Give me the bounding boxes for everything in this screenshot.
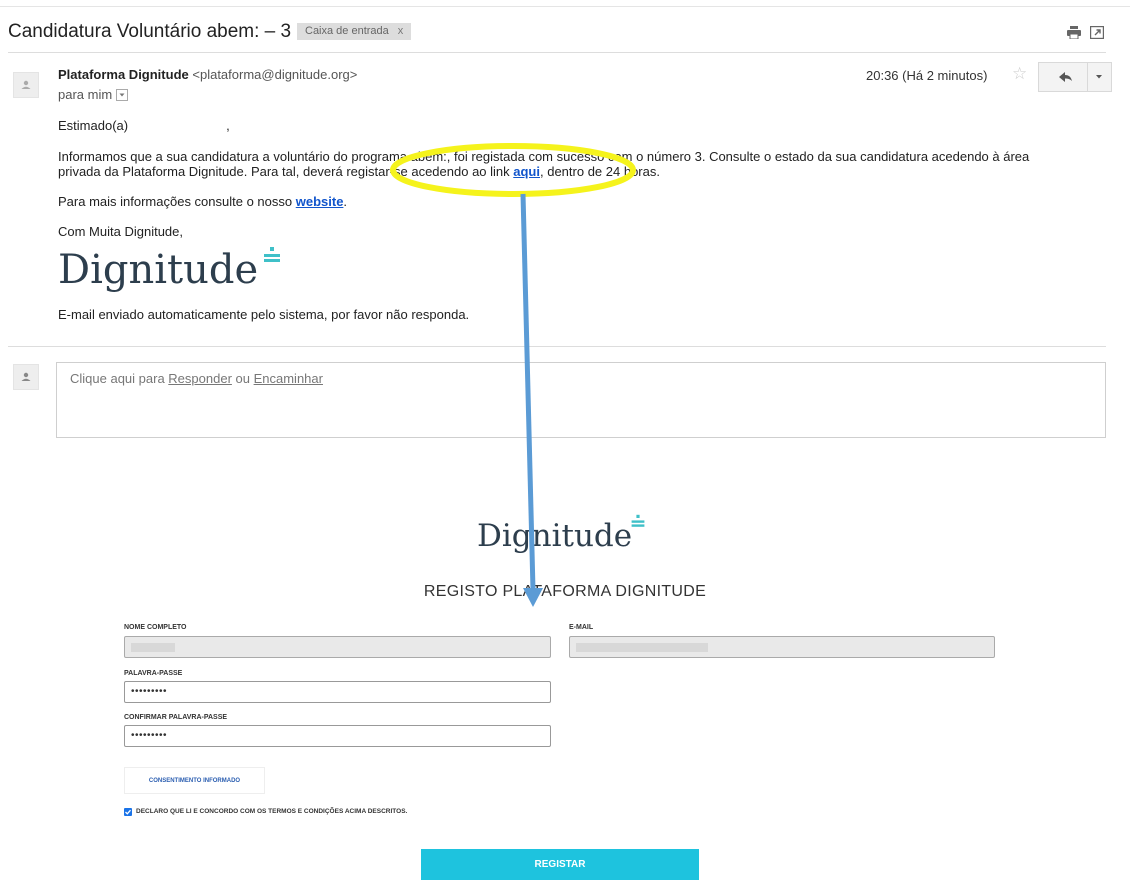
caret-down-icon: [119, 93, 125, 97]
password-input[interactable]: •••••••••: [124, 681, 551, 703]
body-line-1: Informamos que a sua candidatura a volun…: [58, 149, 1030, 164]
more-actions-button[interactable]: [1088, 62, 1112, 92]
email-subject: Candidatura Voluntário abem: – 3: [8, 21, 292, 42]
full-name-label: NOME COMPLETO: [124, 624, 187, 631]
message-divider: [8, 346, 1106, 347]
dignitude-logo-email: Dignitude: [58, 246, 258, 294]
greeting: Estimado(a),: [58, 118, 230, 133]
redacted-email: [576, 643, 708, 652]
recipient-line: para mim: [58, 87, 129, 102]
caret-down-icon: [1096, 75, 1102, 79]
inbox-label-text: Caixa de entrada: [305, 25, 389, 37]
password-label: PALAVRA-PASSE: [124, 670, 183, 677]
register-link[interactable]: aqui: [513, 164, 540, 179]
header-divider: [8, 52, 1106, 53]
sender-name[interactable]: Plataforma Dignitude: [58, 67, 189, 82]
auto-note: E-mail enviado automaticamente pelo sist…: [58, 307, 470, 322]
reply-link[interactable]: Responder: [168, 371, 232, 386]
full-name-input[interactable]: [124, 636, 551, 658]
dignitude-logo-form: Dignitude: [477, 516, 632, 556]
star-icon[interactable]: ☆: [1012, 64, 1027, 84]
info-line: Para mais informações consulte o nosso w…: [58, 194, 347, 209]
new-window-icon[interactable]: [1090, 26, 1104, 39]
reply-prompt-start: Clique aqui para: [70, 371, 169, 386]
dignitude-logo-text: Dignitude: [477, 518, 633, 554]
remove-label-icon[interactable]: x: [398, 25, 404, 37]
forward-link[interactable]: Encaminhar: [254, 371, 323, 386]
checkmark-icon: [125, 809, 131, 815]
register-submit-button[interactable]: REGISTAR: [421, 849, 699, 880]
greeting-comma: ,: [226, 118, 230, 133]
info-line-end: .: [343, 194, 348, 209]
signoff: Com Muita Dignitude,: [58, 224, 183, 239]
terms-checkbox[interactable]: [124, 808, 132, 816]
reply-prompt-or: ou: [231, 371, 254, 386]
divide-logo-mark-icon: [264, 247, 280, 262]
website-link[interactable]: website: [296, 194, 344, 209]
redacted-name: [131, 643, 175, 652]
body-line-2-start: privada da Plataforma Dignitude. Para ta…: [58, 164, 514, 179]
confirm-password-label: CONFIRMAR PALAVRA-PASSE: [124, 714, 228, 721]
email-input[interactable]: [569, 636, 995, 658]
my-avatar: [13, 364, 39, 390]
confirm-password-input[interactable]: •••••••••: [124, 725, 551, 747]
terms-checkbox-label[interactable]: DECLARO QUE LI E CONCORDO COM OS TERMOS …: [136, 808, 407, 815]
password-value: •••••••••: [131, 686, 168, 697]
info-line-start: Para mais informações consulte o nosso: [58, 194, 296, 209]
recipient-text: para mim: [58, 87, 113, 102]
sender-email: <plataforma@dignitude.org>: [192, 67, 358, 82]
email-time: 20:36 (Há 2 minutos): [866, 68, 988, 83]
top-divider: [0, 6, 1130, 7]
dignitude-logo-text: Dignitude: [58, 247, 259, 293]
sender: Plataforma Dignitude <plataforma@dignitu…: [58, 67, 357, 82]
print-icon[interactable]: [1067, 26, 1081, 39]
person-icon: [21, 80, 31, 89]
person-icon: [21, 372, 31, 381]
email-label: E-MAIL: [569, 624, 594, 631]
greeting-text: Estimado(a): [58, 118, 129, 133]
informed-consent-button[interactable]: CONSENTIMENTO INFORMADO: [124, 767, 265, 794]
confirm-password-value: •••••••••: [131, 730, 168, 741]
reply-prompt: Clique aqui para Responder ou Encaminhar: [70, 371, 323, 386]
form-title: REGISTO PLATAFORMA DIGNITUDE: [423, 583, 707, 600]
body-line-2: privada da Plataforma Dignitude. Para ta…: [58, 164, 660, 179]
recipient-details-toggle[interactable]: [116, 88, 129, 101]
body-line-2-end: , dentro de 24 horas.: [540, 164, 660, 179]
divide-logo-mark-icon: [631, 514, 645, 527]
reply-icon: [1059, 72, 1072, 82]
sender-avatar: [13, 72, 39, 98]
inbox-label-chip[interactable]: Caixa de entrada x: [297, 23, 412, 40]
reply-button[interactable]: [1038, 62, 1088, 92]
